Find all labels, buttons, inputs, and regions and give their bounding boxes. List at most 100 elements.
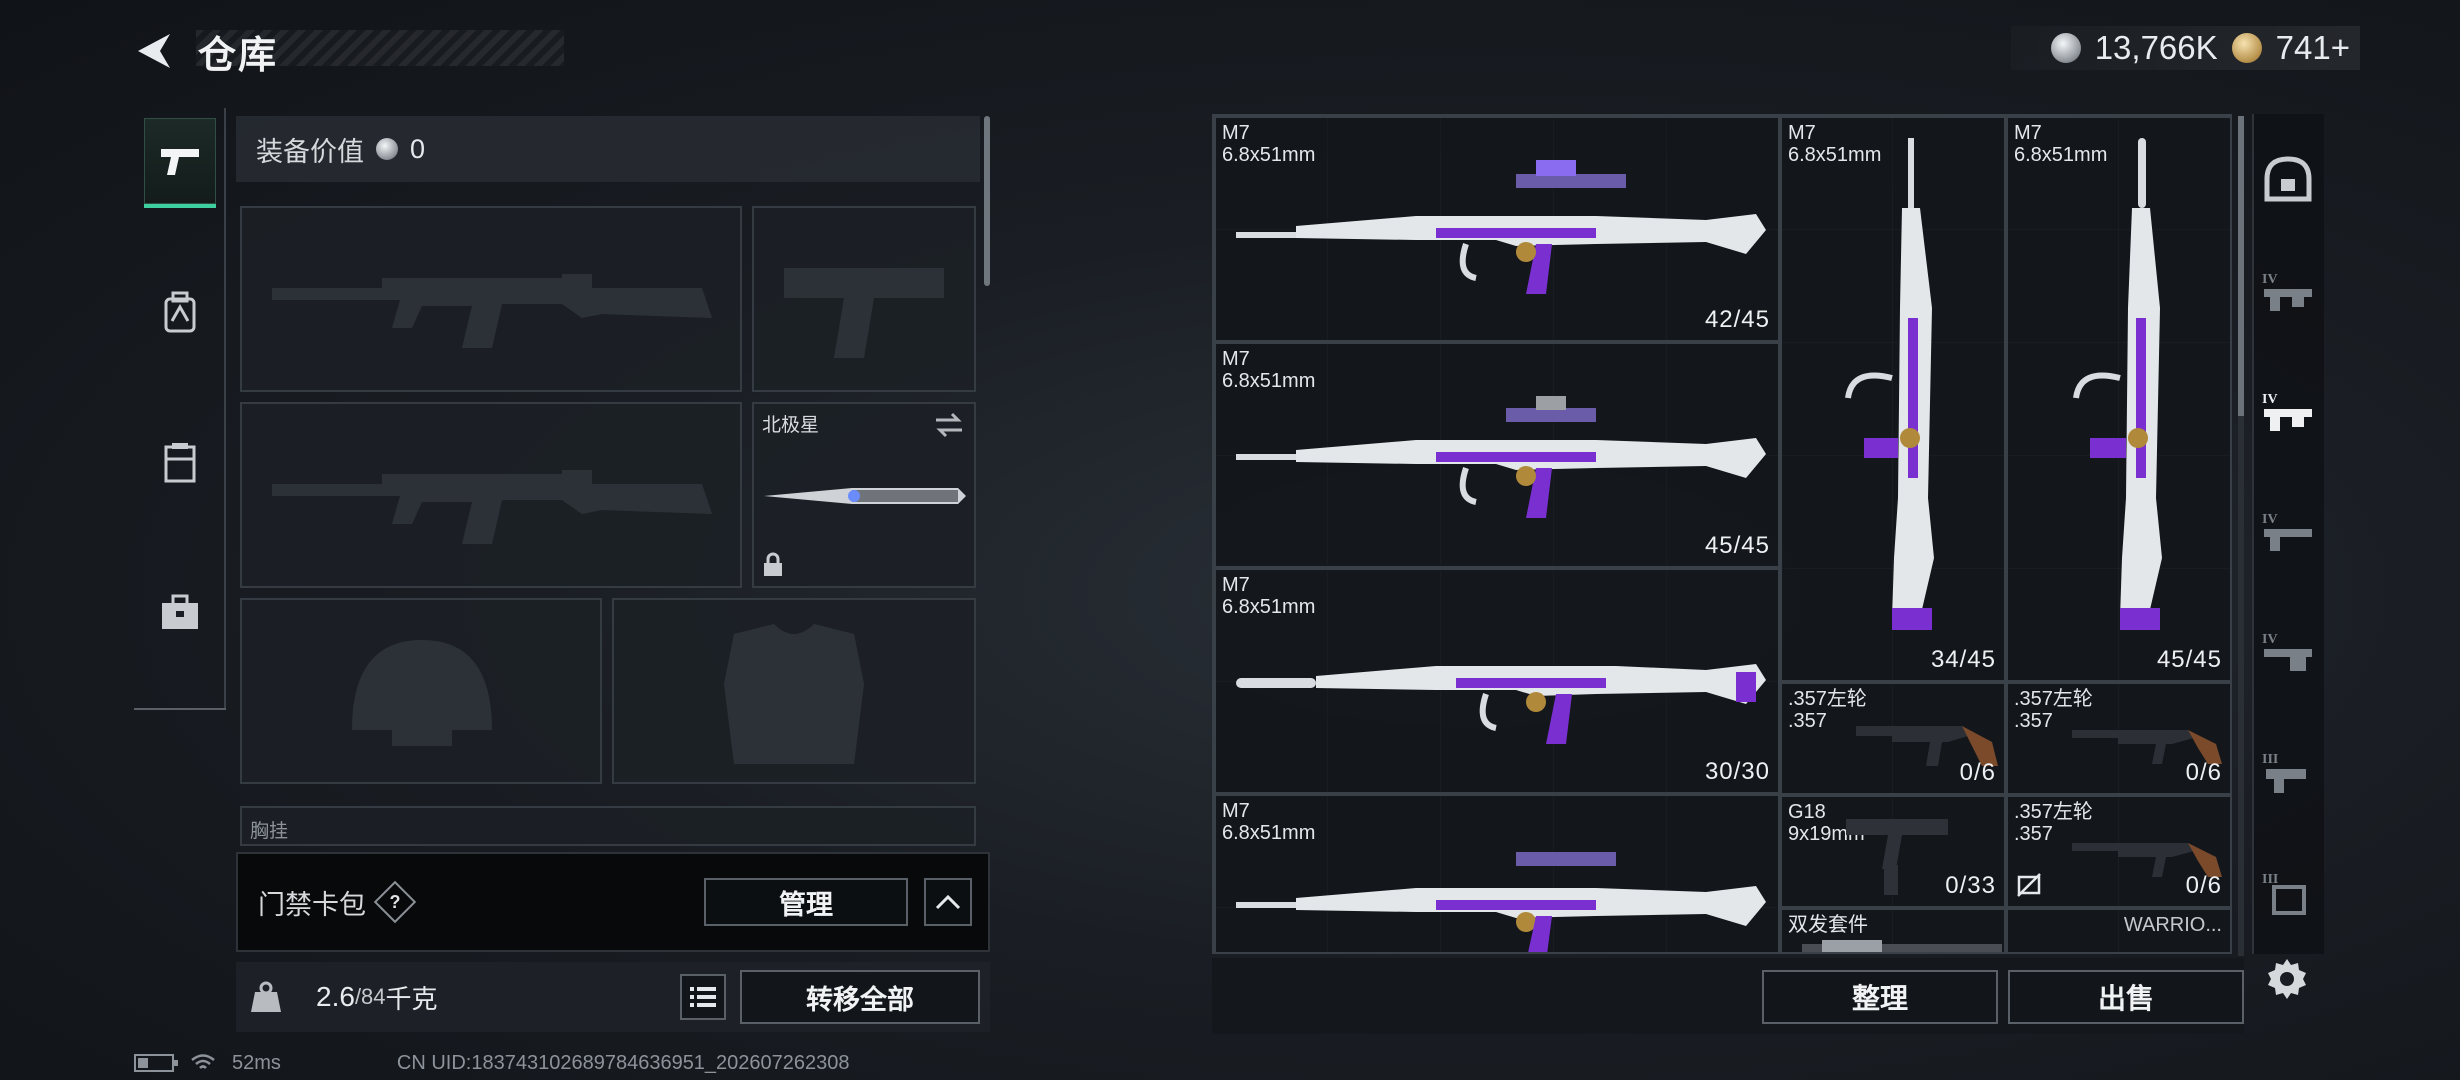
armor-filter-icon: III — [2262, 872, 2306, 915]
rifle-m7-vertical-icon — [1845, 138, 1934, 630]
svg-text:IV: IV — [2262, 392, 2278, 407]
lock-icon — [764, 552, 782, 576]
filter-rifle-iv-4[interactable]: IV — [2256, 612, 2320, 692]
weight-max: /84 — [354, 984, 386, 1009]
armor-slot[interactable] — [612, 598, 976, 784]
uid-text: CN UID:18374310268978463695​1_2026072623… — [396, 1051, 850, 1074]
inventory-item-m7-6[interactable]: M7 6.8x51mm 45/45 — [2006, 116, 2230, 682]
wifi-icon — [191, 1054, 215, 1069]
helmet-silhouette-icon — [352, 640, 492, 746]
inventory-item-m7-2[interactable]: M7 6.8x51mm 45/45 — [1214, 342, 1780, 568]
filter-armor-iii[interactable]: III — [2256, 852, 2320, 932]
rifle-filter-icon: IV — [2262, 512, 2312, 551]
silver-coin-icon — [376, 138, 398, 160]
no-insure-icon — [2017, 873, 2041, 897]
manage-button[interactable]: 管理 — [704, 878, 908, 926]
rifle-filter-icon: IV — [2262, 272, 2312, 311]
gold-coin-icon — [2231, 33, 2262, 63]
grid-scroll-thumb[interactable] — [2238, 116, 2244, 416]
inventory-item-g18[interactable]: G18 9x19mm 0/33 — [1780, 795, 2006, 908]
tab-backpack[interactable] — [144, 268, 216, 358]
ping-text: 52ms — [232, 1051, 281, 1074]
pistol-icon — [161, 149, 199, 175]
inventory-item-double-kit[interactable]: 双发套件 — [1780, 908, 2006, 952]
swap-icon[interactable] — [934, 412, 964, 438]
inventory-item-m7-4[interactable]: M7 6.8x51mm — [1214, 794, 1780, 952]
tab-rig[interactable] — [144, 418, 216, 508]
rifle-m7-icon — [1236, 396, 1766, 518]
tab-weapons[interactable] — [144, 118, 216, 208]
attachment-icon — [1802, 940, 2002, 952]
settings-gear-icon[interactable] — [2262, 954, 2312, 1004]
inventory-item-revolver-2[interactable]: .357左轮 .357 0/6 — [2006, 682, 2230, 795]
rifle-silhouette-icon — [272, 274, 712, 348]
chevron-up-icon — [935, 894, 961, 910]
svg-text:IV: IV — [2262, 632, 2278, 647]
rifle-m7-icon — [1236, 664, 1766, 744]
list-icon — [690, 987, 716, 1007]
filter-rifle-iv-3[interactable]: IV — [2256, 492, 2320, 572]
filter-rifle-iv-2[interactable]: IV — [2256, 372, 2320, 452]
battery-icon — [134, 1054, 178, 1072]
keycard-label: 门禁卡包 — [258, 889, 366, 920]
sell-button[interactable]: 出售 — [2008, 970, 2244, 1024]
rifle-silhouette-icon — [272, 470, 712, 544]
gold-coin-value: 741+ — [2275, 29, 2350, 66]
silver-coin-icon — [2050, 33, 2081, 63]
primary-weapon-slot-1[interactable] — [240, 206, 742, 392]
back-arrow-icon[interactable] — [130, 28, 176, 74]
pistol-g18-icon — [1846, 819, 1948, 895]
equipment-value: 0 — [410, 133, 426, 164]
weight-current: 2.6 — [316, 981, 355, 1012]
helmet-slot[interactable] — [240, 598, 602, 784]
help-icon[interactable]: ? — [373, 880, 417, 924]
list-view-button[interactable] — [680, 974, 726, 1020]
pistol-slot[interactable] — [752, 206, 976, 392]
rifle-filter-icon: IV — [2262, 632, 2312, 671]
rifle-m7-icon — [1236, 160, 1766, 294]
inventory-item-revolver-3[interactable]: .357左轮 .357 0/6 — [2006, 795, 2230, 908]
inventory-item-m7-1[interactable]: M7 6.8x51mm 42/45 — [1214, 116, 1780, 342]
filter-rifle-iv-1[interactable]: IV — [2256, 252, 2320, 332]
silver-coin-value: 13,766K — [2094, 29, 2218, 66]
melee-slot[interactable]: 北极星 — [752, 402, 976, 588]
tab-case[interactable] — [144, 568, 216, 658]
filter-pistol-iii[interactable]: III — [2256, 732, 2320, 812]
filter-all[interactable] — [2256, 140, 2320, 220]
inventory-item-warrior[interactable]: WARRIO... — [2006, 908, 2230, 952]
rifle-m7-vertical-icon — [2073, 138, 2162, 630]
svg-text:III: III — [2262, 752, 2278, 767]
primary-weapon-slot-2[interactable] — [240, 402, 742, 588]
chest-rig-label: 胸挂 — [250, 821, 289, 842]
knife-icon — [764, 488, 966, 504]
equipment-value-bar: 装备价值 0 — [236, 116, 980, 182]
inventory-grid: M7 6.8x51mm 42/45 M7 6.8x51mm 45/45 M7 6… — [1212, 114, 2232, 954]
page-title: 仓库 — [198, 35, 279, 77]
left-tab-column — [134, 108, 226, 710]
currency-bar: 13,766K 741+ — [2010, 26, 2360, 70]
collapse-button[interactable] — [924, 878, 972, 926]
weight-kg-icon — [236, 962, 296, 1032]
sort-button[interactable]: 整理 — [1762, 970, 1998, 1024]
svg-text:III: III — [2262, 872, 2278, 887]
inventory-item-m7-3[interactable]: M7 6.8x51mm 30/30 — [1214, 568, 1780, 794]
inventory-item-revolver-1[interactable]: .357左轮 .357 0/6 — [1780, 682, 2006, 795]
toolbox-icon — [162, 594, 198, 629]
transfer-all-button[interactable]: 转移全部 — [740, 970, 980, 1024]
svg-text:IV: IV — [2262, 272, 2278, 287]
backpack-icon — [164, 291, 196, 333]
svg-text:IV: IV — [2262, 512, 2278, 527]
rifle-m7-icon — [1236, 852, 1766, 952]
inventory-item-m7-5[interactable]: M7 6.8x51mm 34/45 — [1780, 116, 2006, 682]
pistol-silhouette-icon — [784, 268, 944, 358]
pistol-filter-icon: III — [2262, 752, 2306, 793]
melee-item-name: 北极星 — [762, 415, 820, 436]
equipment-scrollbar[interactable] — [984, 116, 990, 286]
rifle-filter-icon: IV — [2262, 392, 2312, 431]
equipment-value-label: 装备价值 — [256, 136, 364, 167]
chest-rig-slot[interactable]: 胸挂 — [240, 806, 976, 846]
weight-unit: 千克 — [385, 983, 438, 1014]
chest-rig-icon — [164, 443, 196, 483]
helmet-filter-icon — [2264, 156, 2312, 202]
armor-silhouette-icon — [724, 624, 864, 764]
